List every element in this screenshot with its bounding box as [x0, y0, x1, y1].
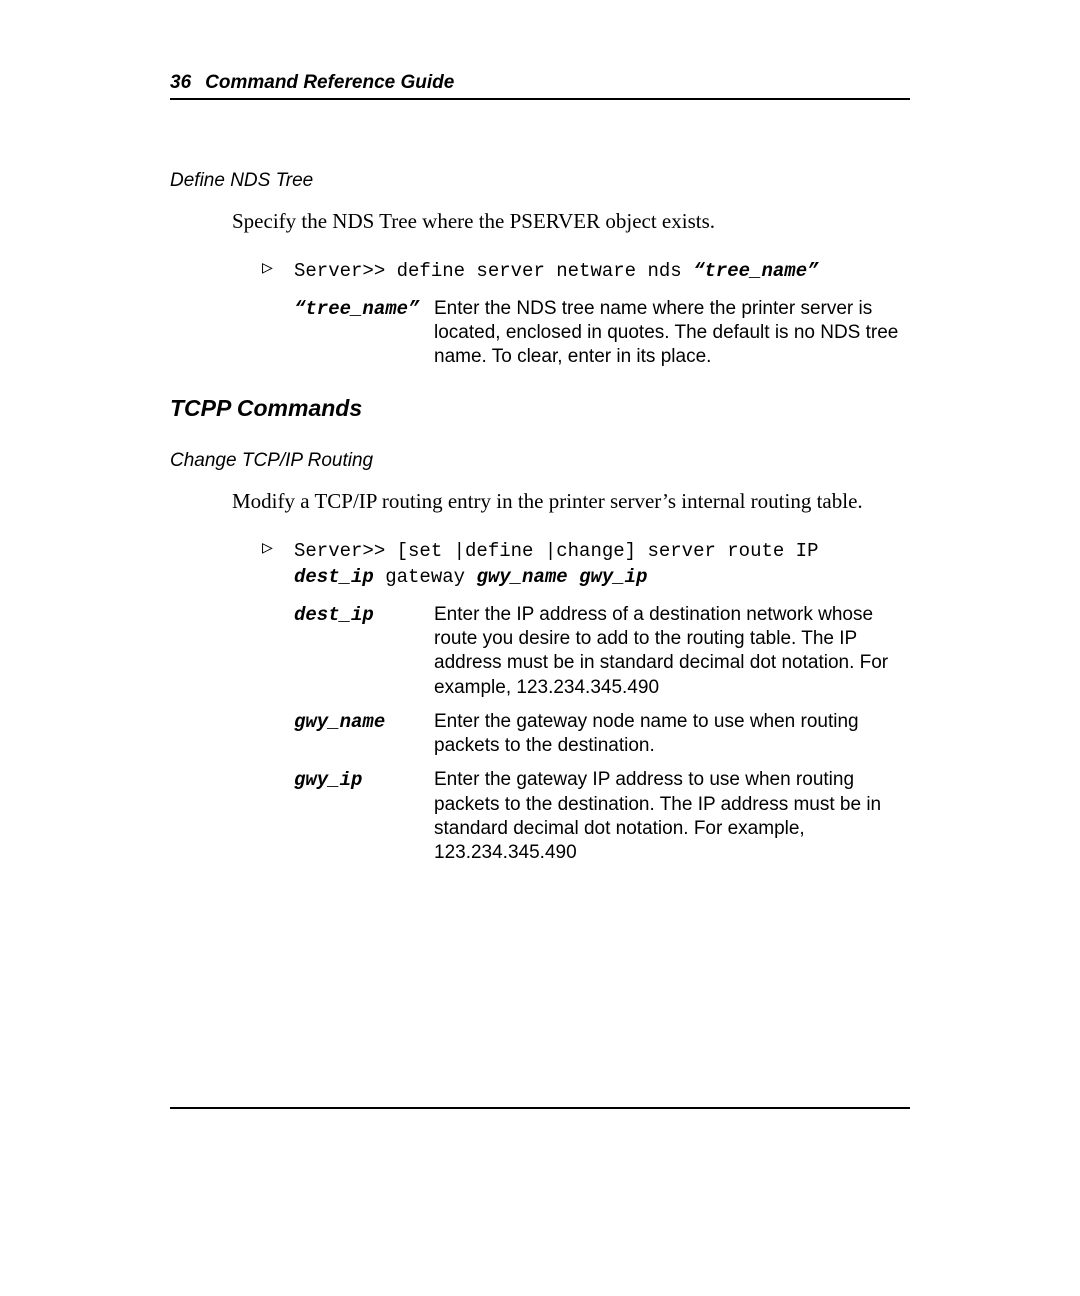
section2-command-text: Server>> [set |define |change] server ro…: [294, 539, 819, 590]
header-title: Command Reference Guide: [205, 72, 454, 93]
triangle-icon: ▷: [262, 539, 294, 561]
param-row: “tree_name” Enter the NDS tree name wher…: [294, 297, 910, 370]
param-key: dest_ip: [294, 603, 434, 628]
triangle-icon: ▷: [262, 259, 294, 281]
section2-command-block: ▷ Server>> [set |define |change] server …: [262, 539, 910, 590]
cmd-plain: Server>> define server netware nds: [294, 260, 693, 282]
param-key: “tree_name”: [294, 297, 434, 322]
section1-command-block: ▷ Server>> define server netware nds “tr…: [262, 259, 910, 285]
section2-param-table: dest_ip Enter the IP address of a destin…: [294, 603, 910, 866]
param-row: gwy_name Enter the gateway node name to …: [294, 710, 910, 759]
page-body: 36 Command Reference Guide Define NDS Tr…: [170, 72, 910, 892]
param-description: Enter the IP address of a destination ne…: [434, 603, 910, 700]
section1-command-text: Server>> define server netware nds “tree…: [294, 259, 819, 285]
footer-rule: [170, 1107, 910, 1109]
subhead-define-nds-tree: Define NDS Tree: [170, 170, 910, 192]
param-description: Enter the gateway node name to use when …: [434, 710, 910, 759]
cmd-param-destip: dest_ip: [294, 566, 374, 588]
section2-body-text: Modify a TCP/IP routing entry in the pri…: [232, 488, 910, 515]
param-key: gwy_ip: [294, 768, 434, 793]
param-key: gwy_name: [294, 710, 434, 735]
cmd-param-gwy: gwy_name gwy_ip: [476, 566, 647, 588]
param-row: dest_ip Enter the IP address of a destin…: [294, 603, 910, 700]
section2-command-line: ▷ Server>> [set |define |change] server …: [262, 539, 910, 590]
param-description: Enter the NDS tree name where the printe…: [434, 297, 910, 370]
section1-command-line: ▷ Server>> define server netware nds “tr…: [262, 259, 910, 285]
param-description: Enter the gateway IP address to use when…: [434, 768, 910, 865]
running-header: 36 Command Reference Guide: [170, 72, 910, 100]
cmd-plain: Server>> [set |define |change] server ro…: [294, 540, 819, 562]
cmd-plain-gateway: gateway: [374, 566, 477, 588]
param-row: gwy_ip Enter the gateway IP address to u…: [294, 768, 910, 865]
section1-param-table: “tree_name” Enter the NDS tree name wher…: [294, 297, 910, 370]
section-heading-tcpp: TCPP Commands: [170, 395, 910, 422]
page-number: 36: [170, 72, 191, 93]
subhead-change-tcpip: Change TCP/IP Routing: [170, 450, 910, 472]
cmd-param: “tree_name”: [693, 260, 818, 282]
section1-body-text: Specify the NDS Tree where the PSERVER o…: [232, 208, 910, 235]
